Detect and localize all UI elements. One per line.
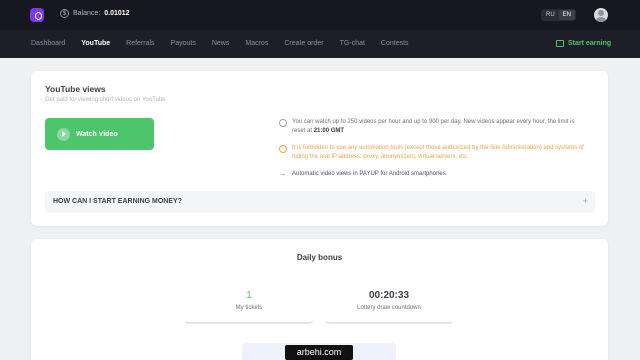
android-link-text[interactable]: Automatic video views in PAYUP for Andro…	[292, 170, 446, 179]
reset-time: 21:00 GMT	[313, 128, 345, 134]
warning-icon: !	[279, 145, 287, 153]
nav-item-dashboard[interactable]: Dashboard	[31, 40, 65, 47]
clock-icon: ·	[279, 119, 287, 127]
nav-item-youtube[interactable]: YouTube	[81, 40, 110, 47]
info-limit: · You can watch up to 250 videos per hou…	[279, 118, 589, 136]
balance-display: $ Balance: 0.01012	[60, 9, 130, 18]
nav-item-create-order[interactable]: Create order	[284, 40, 323, 47]
info-warning: ! It is forbidden to use any automation …	[279, 144, 589, 162]
nav-item-contests[interactable]: Contests	[381, 40, 409, 47]
nav-item-payouts[interactable]: Payouts	[171, 40, 196, 47]
coin-icon: $	[60, 9, 69, 18]
faq-title: HOW CAN I START EARNING MONEY?	[53, 198, 182, 205]
lang-ru-button[interactable]: RU	[542, 10, 559, 20]
top-bar: $ Balance: 0.01012 RU EN	[0, 0, 640, 30]
nav-item-news[interactable]: News	[212, 40, 230, 47]
balance-value: 0.01012	[104, 10, 130, 17]
tickets-stat: 1 My tickets	[185, 288, 313, 324]
nav-item-referrals[interactable]: Referrals	[126, 40, 154, 47]
info-warning-text: It is forbidden to use any automation to…	[292, 145, 584, 160]
plus-icon[interactable]: +	[583, 196, 588, 206]
countdown-label: Lottery draw countdown	[357, 305, 421, 311]
watch-video-button[interactable]: Watch Video	[45, 118, 154, 150]
info-android-link[interactable]: → Automatic video views in PAYUP for And…	[279, 170, 589, 179]
daily-bonus-card: Daily bonus 1 My tickets 00:20:33 Lotter…	[31, 239, 608, 360]
nav-item-macros[interactable]: Macros	[245, 40, 268, 47]
lang-en-button[interactable]: EN	[558, 10, 576, 20]
watch-video-label: Watch Video	[76, 130, 118, 138]
bonus-title: Daily bonus	[296, 253, 343, 262]
start-earning-label: Start earning	[568, 40, 612, 47]
tickets-value: 1	[246, 290, 252, 301]
countdown-stat: 00:20:33 Lottery draw countdown	[325, 288, 453, 324]
watermark: arbehi.com	[285, 345, 353, 360]
avatar[interactable]	[594, 8, 608, 22]
wallet-icon	[556, 40, 564, 47]
balance-label: Balance:	[73, 10, 101, 17]
play-icon	[57, 127, 70, 141]
youtube-views-card: YouTube views Get paid for viewing short…	[31, 71, 608, 226]
arrow-right-icon: →	[279, 171, 286, 178]
main-nav: Dashboard YouTube Referrals Payouts News…	[0, 30, 640, 58]
nav-item-tg-chat[interactable]: TG-chat	[340, 40, 365, 47]
faq-accordion[interactable]: HOW CAN I START EARNING MONEY? +	[45, 191, 595, 213]
logo-icon[interactable]	[30, 8, 44, 22]
info-list: · You can watch up to 250 videos per hou…	[279, 118, 589, 187]
start-earning-button[interactable]: Start earning	[556, 40, 611, 47]
tickets-label: My tickets	[235, 305, 263, 311]
language-switcher: RU EN	[541, 9, 577, 21]
countdown-value: 00:20:33	[368, 290, 410, 301]
card-title: YouTube views	[45, 84, 106, 94]
card-subtitle: Get paid for viewing short videos on You…	[45, 97, 166, 103]
